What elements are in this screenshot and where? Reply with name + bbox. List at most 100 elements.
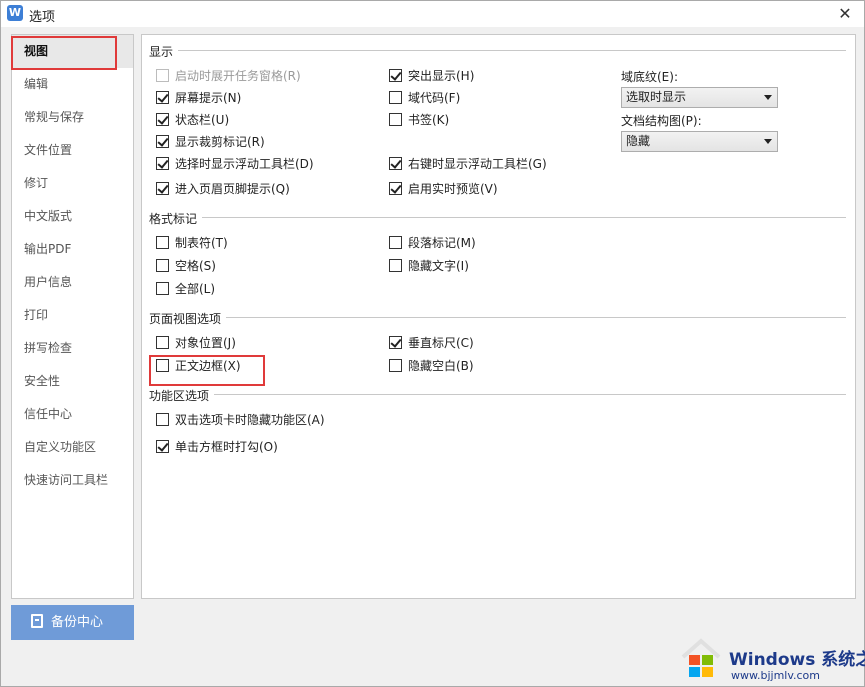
checkbox-label: 启动时展开任务窗格(R) [175,69,301,83]
checkbox-label: 全部(L) [175,282,216,296]
checkbox-highlight[interactable]: 突出显示(H) [389,67,474,85]
sidebar-item-spell-check[interactable]: 拼写检查 [12,332,133,365]
checkbox-label: 书签(K) [408,113,450,127]
options-dialog: W 选项 ✕ 视图 编辑 常规与保存 文件位置 修订 中文版式 输出PDF 用户… [0,0,865,687]
checkbox-label: 制表符(T) [175,236,228,250]
checkbox-label: 启用实时预览(V) [408,182,498,196]
checkbox-box [156,259,169,272]
sidebar-item-export-pdf[interactable]: 输出PDF [12,233,133,266]
checkbox-label: 空格(S) [175,259,216,273]
highlight-box-text-boundaries [149,355,265,386]
checkbox-field-codes[interactable]: 域代码(F) [389,89,460,107]
chevron-down-icon [764,95,772,100]
doc-map-select[interactable]: 隐藏 [621,131,778,152]
doc-map-label: 文档结构图(P): [621,114,702,128]
chevron-down-icon [764,139,772,144]
checkbox-label: 选择时显示浮动工具栏(D) [175,157,314,171]
sidebar-item-revision[interactable]: 修订 [12,167,133,200]
checkbox-box [156,336,169,349]
section-title-display: 显示 [149,43,178,60]
checkbox-floating-toolbar-rightclick[interactable]: 右键时显示浮动工具栏(G) [389,155,547,173]
checkbox-label: 域代码(F) [408,91,461,105]
sidebar-item-general-save[interactable]: 常规与保存 [12,101,133,134]
close-icon[interactable]: ✕ [834,3,856,25]
watermark-url: www.bjjmlv.com [731,669,820,682]
checkbox-box [156,113,169,126]
checkbox-box [156,413,169,426]
backup-center-label: 备份中心 [51,615,104,630]
field-shading-value: 选取时显示 [626,90,687,104]
checkbox-label: 隐藏文字(I) [408,259,469,273]
sidebar: 视图 编辑 常规与保存 文件位置 修订 中文版式 输出PDF 用户信息 打印 拼… [11,34,134,599]
sidebar-item-quick-access-toolbar[interactable]: 快速访问工具栏 [12,464,133,497]
sidebar-item-customize-ribbon[interactable]: 自定义功能区 [12,431,133,464]
title-bar: W 选项 ✕ [1,1,864,27]
checkbox-box [389,259,402,272]
checkbox-box [156,91,169,104]
watermark-title: Windows 系统之家 [729,650,865,670]
checkbox-all-marks[interactable]: 全部(L) [156,280,215,298]
checkbox-box [156,182,169,195]
checkbox-crop-marks[interactable]: 显示裁剪标记(R) [156,133,265,151]
checkbox-hide-ribbon-dblclick[interactable]: 双击选项卡时隐藏功能区(A) [156,411,325,429]
backup-icon [31,614,43,628]
section-divider [178,50,846,51]
checkbox-label: 隐藏空白(B) [408,359,474,373]
checkbox-box [389,236,402,249]
checkbox-bookmarks[interactable]: 书签(K) [389,111,449,129]
site-watermark: Windows 系统之家 www.bjjmlv.com [673,631,865,686]
checkbox-label: 对象位置(J) [175,336,236,350]
checkbox-live-preview[interactable]: 启用实时预览(V) [389,180,498,198]
checkbox-vertical-ruler[interactable]: 垂直标尺(C) [389,334,474,352]
checkbox-paragraph-marks[interactable]: 段落标记(M) [389,234,476,252]
checkbox-status-bar[interactable]: 状态栏(U) [156,111,229,129]
sidebar-item-trust-center[interactable]: 信任中心 [12,398,133,431]
checkbox-object-anchors[interactable]: 对象位置(J) [156,334,236,352]
checkbox-label: 右键时显示浮动工具栏(G) [408,157,547,171]
checkbox-box [389,157,402,170]
sidebar-item-file-location[interactable]: 文件位置 [12,134,133,167]
section-divider [226,317,846,318]
checkbox-spaces[interactable]: 空格(S) [156,257,216,275]
highlight-box-sidebar [11,36,117,70]
checkbox-tab-chars[interactable]: 制表符(T) [156,234,228,252]
checkbox-label: 状态栏(U) [175,113,230,127]
doc-map-value: 隐藏 [626,134,651,148]
checkbox-box [156,135,169,148]
checkbox-floating-toolbar-select[interactable]: 选择时显示浮动工具栏(D) [156,155,314,173]
checkbox-box [389,359,402,372]
checkbox-box [156,157,169,170]
checkbox-label: 单击方框时打勾(O) [175,440,278,454]
view-settings-panel: 显示 启动时展开任务窗格(R) 屏幕提示(N) 状态栏(U) 显示裁剪标记(R)… [141,34,856,599]
checkbox-hide-whitespace[interactable]: 隐藏空白(B) [389,357,474,375]
checkbox-header-footer-hint[interactable]: 进入页眉页脚提示(Q) [156,180,290,198]
checkbox-label: 突出显示(H) [408,69,475,83]
checkbox-box [156,282,169,295]
checkbox-label: 垂直标尺(C) [408,336,474,350]
checkbox-hidden-text[interactable]: 隐藏文字(I) [389,257,469,275]
field-shading-select[interactable]: 选取时显示 [621,87,778,108]
sidebar-item-chinese-layout[interactable]: 中文版式 [12,200,133,233]
checkbox-box [389,182,402,195]
checkbox-box [389,113,402,126]
section-divider [214,394,846,395]
section-title-page-view: 页面视图选项 [149,310,226,327]
windows-house-logo-icon [681,638,721,677]
wps-writer-icon: W [7,5,23,21]
sidebar-item-user-info[interactable]: 用户信息 [12,266,133,299]
dialog-title: 选项 [29,10,56,25]
checkbox-click-to-check[interactable]: 单击方框时打勾(O) [156,438,278,456]
backup-center-button[interactable]: 备份中心 [11,605,134,640]
sidebar-item-edit[interactable]: 编辑 [12,68,133,101]
sidebar-item-print[interactable]: 打印 [12,299,133,332]
sidebar-item-security[interactable]: 安全性 [12,365,133,398]
checkbox-expand-task-pane[interactable]: 启动时展开任务窗格(R) [156,67,301,85]
checkbox-box [156,440,169,453]
checkbox-screen-tips[interactable]: 屏幕提示(N) [156,89,241,107]
checkbox-box [389,91,402,104]
checkbox-box [389,336,402,349]
section-title-format-marks: 格式标记 [149,210,202,227]
checkbox-box [389,69,402,82]
field-shading-label: 域底纹(E): [621,70,678,84]
checkbox-label: 双击选项卡时隐藏功能区(A) [175,413,325,427]
